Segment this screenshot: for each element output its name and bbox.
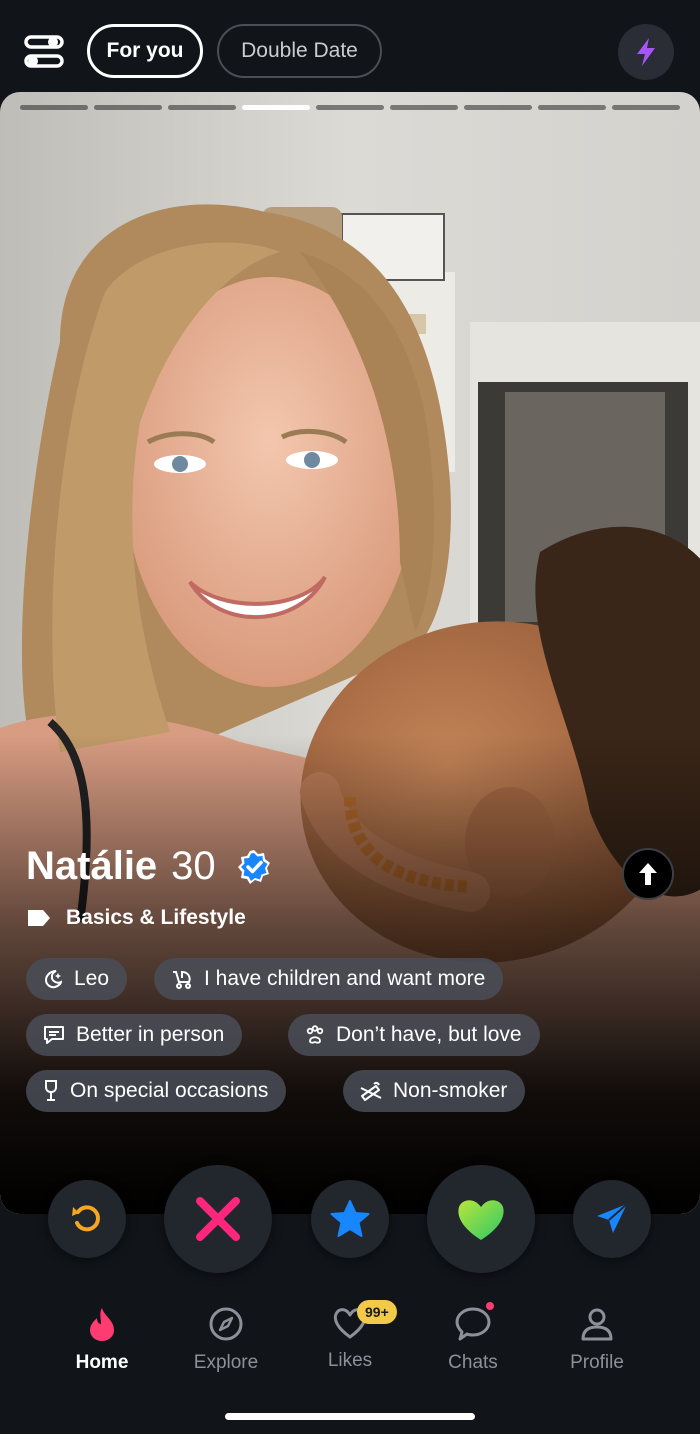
tab-double-date[interactable]: Double Date	[217, 24, 382, 78]
verified-badge-icon	[237, 849, 270, 884]
filter-button[interactable]	[22, 30, 68, 72]
bottom-nav: Home Explore 99+ Likes Chats Profile	[0, 1290, 700, 1400]
nav-profile[interactable]: Profile	[542, 1306, 652, 1374]
nope-icon	[196, 1197, 240, 1241]
super-like-icon	[330, 1200, 370, 1237]
boost-button[interactable]	[618, 24, 674, 80]
moon-icon	[44, 970, 63, 989]
action-bar	[0, 1160, 700, 1280]
like-button[interactable]	[427, 1165, 535, 1273]
chat-icon	[455, 1307, 491, 1341]
tab-for-you[interactable]: For you	[87, 24, 203, 78]
open-profile-button[interactable]	[622, 848, 674, 900]
nav-label: Chats	[448, 1352, 498, 1373]
chip-communication: Better in person	[26, 1014, 243, 1056]
lightning-icon	[637, 38, 655, 66]
profile-name: Natálie	[26, 844, 158, 888]
photo-indicator[interactable]	[612, 105, 680, 110]
like-icon	[458, 1200, 504, 1240]
nav-home[interactable]: Home	[47, 1306, 157, 1374]
chat-bubble-icon	[44, 1026, 64, 1044]
profile-age: 30	[171, 844, 216, 888]
tag-icon	[28, 910, 50, 926]
nav-likes[interactable]: 99+ Likes	[295, 1300, 405, 1372]
photo-indicator[interactable]	[168, 105, 236, 110]
profile-name-row: Natálie 30	[26, 844, 272, 889]
nav-chats[interactable]: Chats	[418, 1302, 528, 1374]
profile-card[interactable]: Natálie 30 Basics & Lifestyle Leo I have…	[0, 92, 700, 1214]
top-bar: For you Double Date	[0, 0, 700, 92]
photo-indicator[interactable]	[316, 105, 384, 110]
nope-button[interactable]	[164, 1165, 272, 1273]
section-heading: Basics & Lifestyle	[26, 906, 246, 930]
flame-icon	[90, 1308, 114, 1341]
chip-smoking: Non-smoker	[343, 1070, 526, 1112]
person-icon	[581, 1308, 613, 1341]
wine-glass-icon	[45, 1080, 57, 1101]
stroller-icon	[173, 970, 191, 989]
chip-label: On special occasions	[70, 1079, 269, 1102]
super-like-button[interactable]	[311, 1180, 389, 1258]
photo-indicator[interactable]	[20, 105, 88, 110]
section-label: Basics & Lifestyle	[66, 906, 246, 929]
boost-send-icon	[597, 1203, 628, 1233]
unread-dot	[486, 1302, 494, 1310]
paw-icon	[306, 1025, 324, 1044]
chip-family-plans: I have children and want more	[154, 958, 504, 1000]
no-smoking-icon	[360, 1081, 382, 1101]
photo-indicator[interactable]	[94, 105, 162, 110]
arrow-up-icon	[639, 863, 657, 885]
sliders-icon	[24, 35, 64, 68]
chip-drinking: On special occasions	[26, 1070, 287, 1112]
rewind-icon	[72, 1205, 100, 1232]
home-indicator[interactable]	[225, 1413, 475, 1420]
chip-zodiac: Leo	[26, 958, 128, 1000]
photo-indicator[interactable]	[538, 105, 606, 110]
photo-indicator-active[interactable]	[242, 105, 310, 110]
nav-label: Likes	[327, 1350, 373, 1371]
chip-label: Better in person	[76, 1023, 225, 1046]
chip-label: I have children and want more	[204, 967, 486, 990]
chip-pets: Don’t have, but love	[288, 1014, 540, 1056]
photo-indicator[interactable]	[390, 105, 458, 110]
rewind-button[interactable]	[48, 1180, 126, 1258]
compass-icon	[209, 1307, 243, 1341]
nav-label: Profile	[570, 1352, 624, 1373]
photo-progress	[20, 105, 680, 110]
send-button[interactable]	[573, 1180, 651, 1258]
photo-indicator[interactable]	[464, 105, 532, 110]
chip-label: Non-smoker	[393, 1079, 508, 1102]
likes-count-badge: 99+	[357, 1300, 397, 1324]
chip-label: Leo	[74, 967, 110, 990]
chip-label: Don’t have, but love	[336, 1023, 522, 1046]
nav-explore[interactable]: Explore	[171, 1306, 281, 1374]
nav-label: Explore	[193, 1352, 259, 1373]
nav-label: Home	[75, 1352, 129, 1373]
